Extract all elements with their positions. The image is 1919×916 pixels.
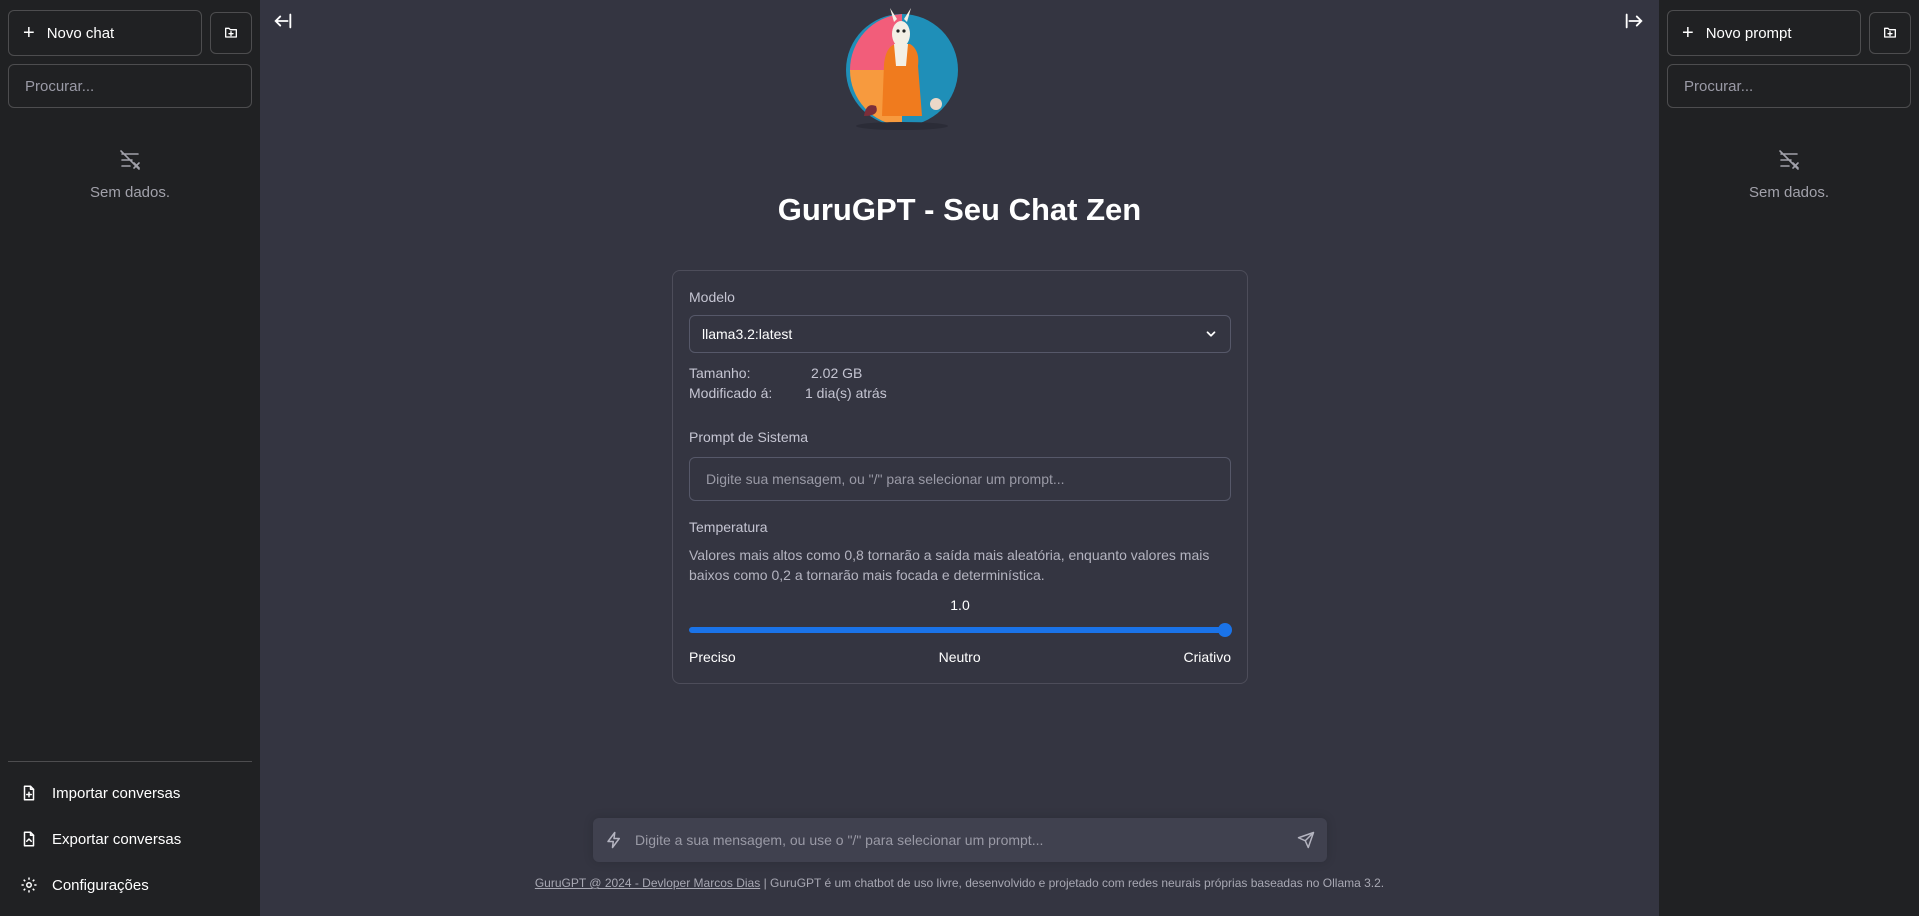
footer-credit-link[interactable]: GuruGPT @ 2024 - Devloper Marcos Dias — [535, 876, 760, 890]
left-sidebar: + Novo chat Sem dados. Importar conversa… — [0, 0, 260, 916]
temperature-description: Valores mais altos como 0,8 tornarão a s… — [689, 547, 1210, 583]
new-prompt-label: Novo prompt — [1705, 24, 1792, 42]
file-import-icon — [23, 785, 35, 801]
chat-message-input[interactable] — [635, 832, 1285, 848]
no-data-icon — [1779, 150, 1799, 170]
modified-value: 1 dia(s) atrás — [805, 385, 887, 401]
chevron-down-icon — [1206, 331, 1216, 337]
collapse-right-sidebar-button[interactable] — [1623, 10, 1647, 34]
model-selected-value: llama3.2:latest — [702, 326, 793, 342]
footer: GuruGPT @ 2024 - Devloper Marcos Dias | … — [260, 876, 1659, 890]
system-prompt-input[interactable] — [689, 457, 1231, 501]
settings-gear-icon — [21, 877, 37, 893]
empty-state: Sem dados. — [1659, 148, 1919, 201]
no-data-icon — [120, 150, 140, 170]
right-sidebar: + Novo prompt Sem dados. — [1659, 0, 1919, 916]
model-select[interactable]: llama3.2:latest — [689, 315, 1231, 353]
plus-icon: + — [1682, 22, 1694, 44]
left-sidebar-top: + Novo chat — [0, 0, 260, 56]
right-sidebar-top: + Novo prompt — [1659, 0, 1919, 56]
slider-thumb[interactable] — [1218, 623, 1232, 637]
model-settings-panel: Modelo llama3.2:latest Tamanho: 2.02 GB M… — [672, 270, 1248, 684]
folder-plus-icon — [1884, 27, 1896, 38]
footer-text: | GuruGPT é um chatbot de uso livre, des… — [763, 876, 1385, 890]
settings-button[interactable]: Configurações — [8, 862, 252, 908]
temperature-slider[interactable] — [689, 623, 1232, 637]
settings-label: Configurações — [52, 876, 149, 894]
new-chat-button[interactable]: + Novo chat — [8, 10, 202, 56]
file-export-icon — [23, 831, 35, 847]
collapse-left-sidebar-button[interactable] — [272, 10, 296, 34]
arrow-right-bar-icon — [1625, 13, 1643, 29]
import-conversations-label: Importar conversas — [52, 784, 181, 802]
llama-logo — [846, 8, 958, 130]
slider-fill — [689, 627, 1225, 633]
temperature-label: Temperatura — [689, 519, 768, 535]
empty-state-text: Sem dados. — [89, 184, 171, 201]
temperature-value: 1.0 — [950, 597, 970, 613]
left-sidebar-bottom: Importar conversas Exportar conversas Co… — [8, 761, 252, 916]
send-icon[interactable] — [1297, 831, 1315, 849]
slider-mid-label: Neutro — [938, 649, 981, 665]
prompt-search-input[interactable] — [1667, 64, 1911, 108]
plus-icon: + — [23, 22, 35, 44]
chat-input-bar — [593, 818, 1327, 862]
slider-right-label: Criativo — [1183, 649, 1231, 665]
folder-plus-icon — [225, 27, 237, 38]
size-value: 2.02 GB — [811, 365, 863, 381]
model-meta: Tamanho: 2.02 GB Modificado á: 1 dia(s) at… — [689, 363, 1231, 403]
export-conversations-label: Exportar conversas — [52, 830, 182, 848]
new-folder-button[interactable] — [210, 12, 252, 54]
model-label: Modelo — [689, 289, 735, 305]
main-area: GuruGPT - Seu Chat Zen Modelo llama3.2:l… — [260, 0, 1659, 916]
slider-left-label: Preciso — [689, 649, 736, 665]
empty-state-text: Sem dados. — [1748, 184, 1830, 201]
import-conversations-button[interactable]: Importar conversas — [8, 770, 252, 816]
new-prompt-button[interactable]: + Novo prompt — [1667, 10, 1861, 56]
slider-scale-labels: Preciso Neutro Criativo — [689, 649, 1231, 665]
system-prompt-label: Prompt de Sistema — [689, 429, 809, 445]
lightning-bolt-icon[interactable] — [605, 831, 623, 849]
new-chat-label: Novo chat — [46, 24, 115, 42]
chat-search-input[interactable] — [8, 64, 252, 108]
new-prompt-folder-button[interactable] — [1869, 12, 1911, 54]
export-conversations-button[interactable]: Exportar conversas — [8, 816, 252, 862]
page-title: GuruGPT - Seu Chat Zen — [777, 192, 1142, 227]
modified-key: Modificado á: — [689, 385, 773, 401]
size-key: Tamanho: — [689, 365, 751, 381]
arrow-left-bar-icon — [274, 13, 292, 29]
empty-state: Sem dados. — [0, 148, 260, 201]
